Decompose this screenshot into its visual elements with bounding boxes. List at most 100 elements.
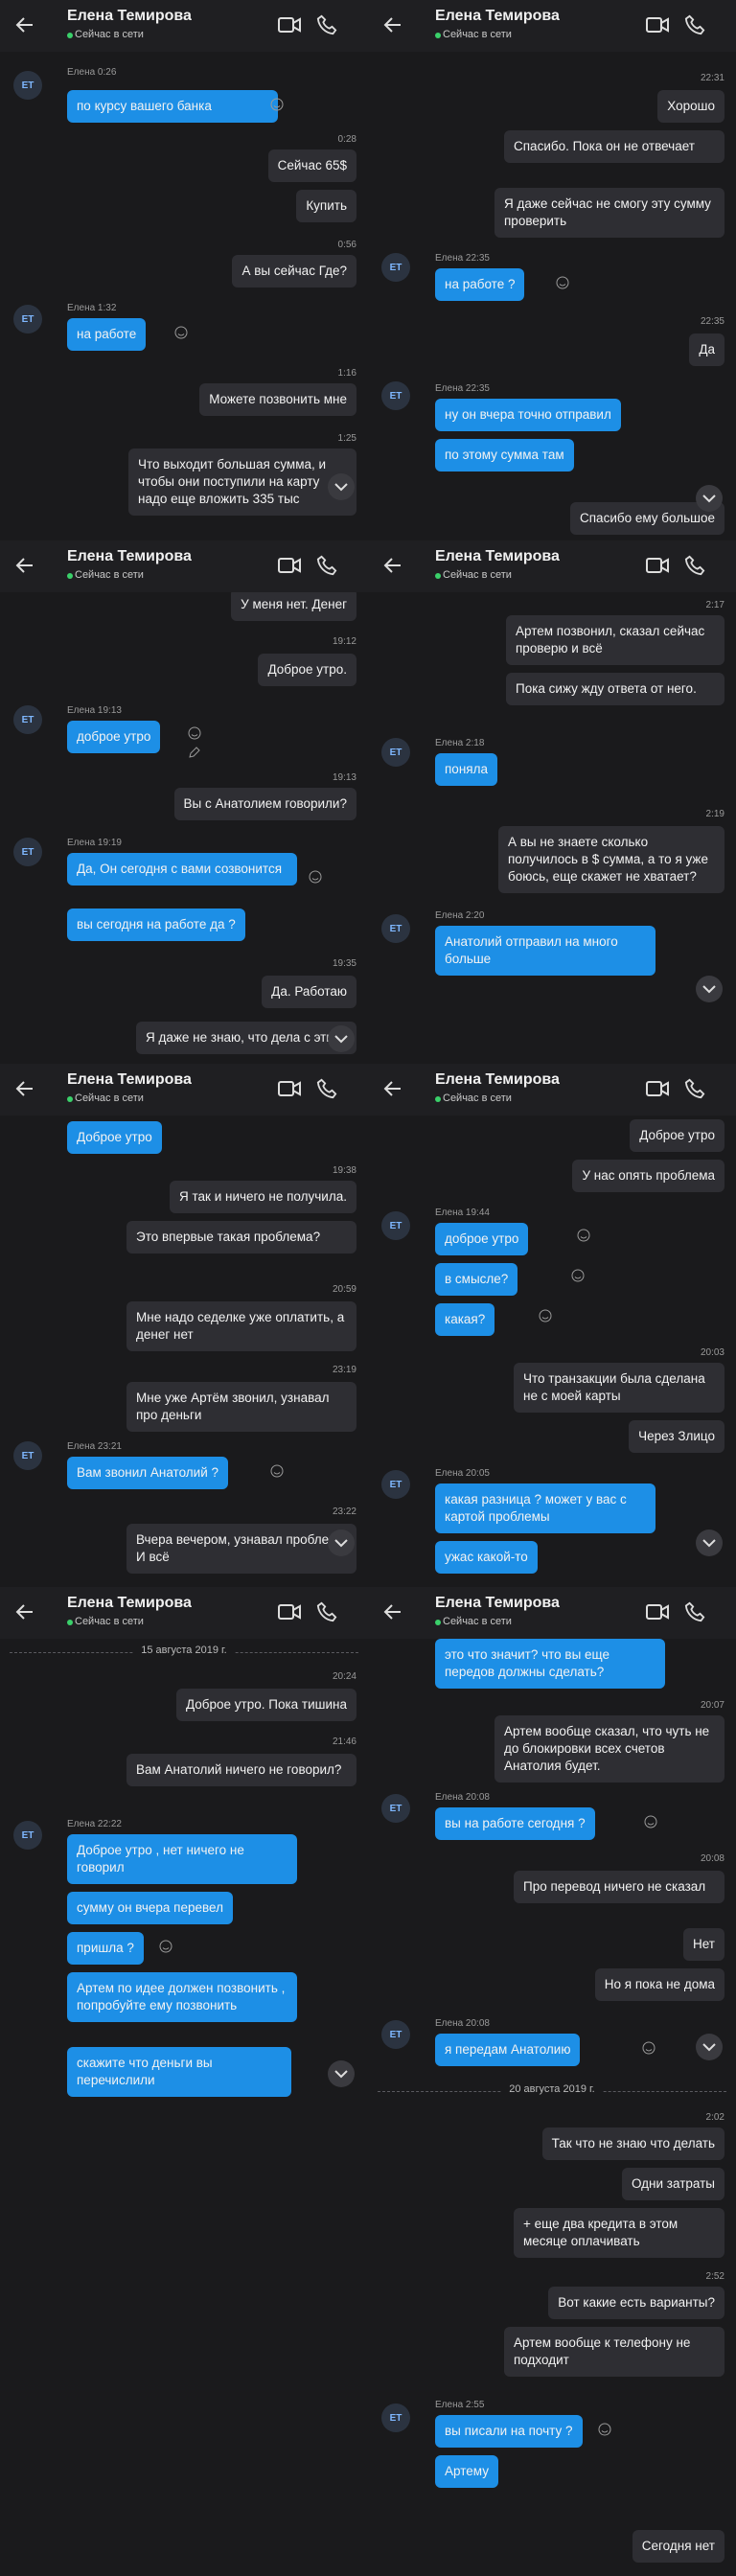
online-indicator	[435, 33, 441, 38]
smile-icon[interactable]	[188, 726, 201, 740]
back-arrow-icon[interactable]	[381, 1077, 404, 1100]
message-meta: Елена 0:26	[67, 67, 117, 78]
scroll-down-button[interactable]	[696, 1530, 723, 1556]
avatar: ЕТ	[381, 738, 410, 767]
video-call-icon[interactable]	[646, 15, 669, 34]
smile-icon[interactable]	[644, 1815, 657, 1828]
message-bubble: я передам Анатолию	[435, 2034, 581, 2066]
chat-header: Елена Темирова Сейчас в сети	[0, 1064, 368, 1116]
phone-call-icon[interactable]	[684, 1078, 705, 1099]
message-bubble: Да	[689, 334, 724, 366]
message-bubble: Вам Анатолий ничего не говорил?	[126, 1754, 356, 1786]
message-bubble: Артем вообще сказал, что чуть не до блок…	[494, 1715, 724, 1782]
smile-icon[interactable]	[174, 326, 188, 339]
avatar: ЕТ	[13, 1441, 42, 1470]
video-call-icon[interactable]	[278, 1079, 301, 1098]
smile-icon[interactable]	[556, 276, 569, 289]
message-meta: Елена 22:35	[435, 383, 490, 394]
smile-icon[interactable]	[270, 98, 284, 111]
message-time: 19:38	[332, 1165, 356, 1176]
contact-status: Сейчас в сети	[443, 1616, 512, 1627]
date-label-text: 20 августа 2019 г.	[501, 2083, 603, 2095]
message-bubble: А вы сейчас Где?	[232, 255, 356, 288]
avatar: ЕТ	[381, 1794, 410, 1823]
chevron-down-icon	[334, 1035, 348, 1044]
message-bubble: Спасибо. Пока он не отвечает	[504, 130, 724, 163]
message-time: 19:13	[332, 772, 356, 783]
contact-name: Елена Темирова	[67, 1595, 192, 1611]
chat-header: Елена Темирова Сейчас в сети	[368, 0, 736, 52]
back-arrow-icon[interactable]	[13, 1077, 36, 1100]
contact-name: Елена Темирова	[435, 1595, 560, 1611]
message-time: 19:12	[332, 636, 356, 647]
message-bubble: Нет	[683, 1928, 724, 1961]
phone-call-icon[interactable]	[684, 555, 705, 576]
avatar: ЕТ	[13, 838, 42, 866]
scroll-down-button[interactable]	[696, 485, 723, 512]
avatar: ЕТ	[381, 1211, 410, 1240]
avatar: ЕТ	[381, 381, 410, 410]
scroll-down-button[interactable]	[328, 1025, 355, 1052]
video-call-icon[interactable]	[646, 556, 669, 575]
scroll-down-button[interactable]	[328, 2060, 355, 2087]
message-time: 0:28	[337, 134, 356, 145]
smile-icon[interactable]	[577, 1229, 590, 1242]
phone-call-icon[interactable]	[316, 1078, 337, 1099]
chat-screenshot-2: Елена Темирова Сейчас в сети 22:31 Хорош…	[368, 0, 736, 540]
message-meta: Елена 22:35	[435, 253, 490, 264]
smile-icon[interactable]	[642, 2041, 656, 2055]
contact-status: Сейчас в сети	[443, 29, 512, 40]
chevron-down-icon	[702, 494, 716, 503]
message-bubble: какая разница ? может у вас с картой про…	[435, 1484, 656, 1533]
avatar: ЕТ	[13, 71, 42, 100]
message-bubble: на работе	[67, 318, 147, 351]
scroll-down-button[interactable]	[328, 473, 355, 500]
chevron-down-icon	[334, 2070, 348, 2079]
back-arrow-icon[interactable]	[381, 554, 404, 577]
chevron-down-icon	[334, 1539, 348, 1548]
edit-icon[interactable]	[188, 746, 201, 759]
phone-call-icon[interactable]	[684, 14, 705, 35]
smile-icon[interactable]	[159, 1940, 172, 1953]
back-arrow-icon[interactable]	[13, 554, 36, 577]
message-meta: Елена 20:05	[435, 1468, 490, 1479]
scroll-down-button[interactable]	[696, 2034, 723, 2060]
scroll-down-button[interactable]	[696, 976, 723, 1002]
video-call-icon[interactable]	[278, 15, 301, 34]
video-call-icon[interactable]	[278, 556, 301, 575]
video-call-icon[interactable]	[278, 1602, 301, 1622]
message-bubble: Сегодня нет	[632, 2530, 724, 2563]
phone-call-icon[interactable]	[684, 1601, 705, 1622]
smile-icon[interactable]	[309, 870, 322, 884]
smile-icon[interactable]	[270, 1464, 284, 1478]
back-arrow-icon[interactable]	[13, 13, 36, 36]
chat-screenshot-5: Елена Темирова Сейчас в сети Доброе утро…	[0, 1064, 368, 1587]
online-indicator	[435, 573, 441, 579]
phone-call-icon[interactable]	[316, 14, 337, 35]
contact-status: Сейчас в сети	[75, 29, 144, 40]
avatar: ЕТ	[13, 1821, 42, 1850]
back-arrow-icon[interactable]	[13, 1600, 36, 1623]
video-call-icon[interactable]	[646, 1079, 669, 1098]
back-arrow-icon[interactable]	[381, 13, 404, 36]
back-arrow-icon[interactable]	[381, 1600, 404, 1623]
message-bubble: поняла	[435, 753, 497, 786]
phone-call-icon[interactable]	[316, 1601, 337, 1622]
smile-icon[interactable]	[598, 2423, 611, 2436]
scroll-down-button[interactable]	[328, 1530, 355, 1556]
message-bubble: У меня нет. Денег	[231, 592, 356, 621]
smile-icon[interactable]	[571, 1269, 585, 1282]
phone-call-icon[interactable]	[316, 555, 337, 576]
message-bubble: Я даже не знаю, что дела с этим	[136, 1022, 356, 1054]
message-meta: Елена 2:18	[435, 738, 485, 748]
message-bubble: Можете позвонить мне	[199, 383, 356, 416]
message-meta: Елена 19:13	[67, 705, 122, 716]
message-bubble: доброе утро	[67, 721, 161, 753]
message-bubble: в смысле?	[435, 1263, 518, 1296]
message-time: 22:35	[700, 316, 724, 327]
message-bubble: Купить	[296, 190, 356, 222]
chat-screenshot-7: Елена Темирова Сейчас в сети 15 августа …	[0, 1587, 368, 2576]
smile-icon[interactable]	[539, 1309, 552, 1322]
video-call-icon[interactable]	[646, 1602, 669, 1622]
message-time: 1:16	[337, 368, 356, 379]
